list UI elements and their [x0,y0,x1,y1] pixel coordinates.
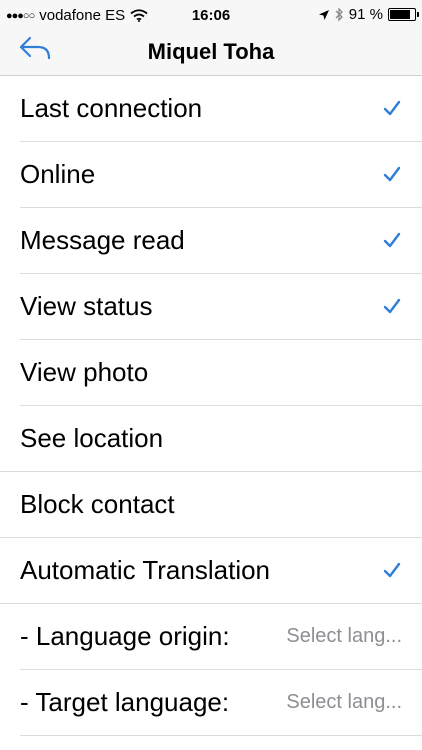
row-label: - Target language: [20,687,230,717]
language-select-value[interactable]: Select lang... [286,691,402,714]
bluetooth-icon [335,7,343,22]
row-label: Last connection [20,93,203,123]
checkmark-icon [383,562,401,578]
settings-row[interactable]: Automatic Translation [0,538,422,604]
settings-row[interactable]: See location [0,406,422,472]
row-label: Online [20,159,96,189]
status-bar: ●●●○○ vodafone ES 16:06 91 % [0,0,422,30]
settings-list: Last connection Online Message read View st… [0,76,422,736]
checkmark-icon [383,100,401,116]
settings-row[interactable]: Message read [20,208,422,274]
battery-fill [390,10,410,19]
checkmark-icon [383,298,401,314]
row-label: View status [20,291,153,321]
navigation-bar: Miquel Toha [0,30,422,76]
battery-tip [417,12,419,17]
battery-icon [388,8,419,21]
settings-row[interactable]: - Language origin: Select lang... [20,604,422,670]
row-label: Message read [20,225,185,255]
row-label: Automatic Translation [20,555,271,585]
checkmark-icon [383,166,401,182]
row-label: Block contact [20,489,175,519]
status-right: 91 % [318,6,419,23]
settings-row[interactable]: View status [20,274,422,340]
checkmark-icon [383,232,401,248]
row-label: See location [20,423,164,453]
battery-percent: 91 % [348,6,383,23]
settings-row[interactable]: Block contact [0,472,422,538]
settings-row[interactable]: Online [20,142,422,208]
location-arrow-icon [318,9,329,20]
page-title: Miquel Toha [147,39,275,64]
settings-row[interactable]: Last connection [20,76,422,142]
row-label: View photo [20,357,149,387]
settings-row[interactable]: View photo [20,340,422,406]
settings-row[interactable]: - Target language: Select lang... [20,670,422,736]
row-label: - Language origin: [20,621,230,651]
language-select-value[interactable]: Select lang... [286,625,402,648]
